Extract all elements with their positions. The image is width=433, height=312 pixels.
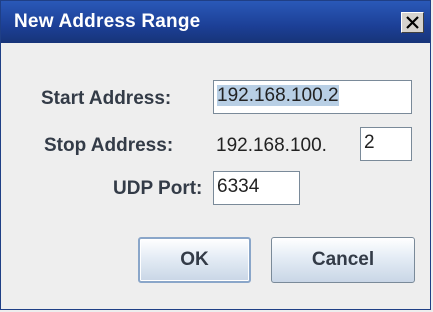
title-bar[interactable]: New Address Range bbox=[1, 1, 430, 43]
start-address-value: 192.168.100.2 bbox=[217, 85, 339, 106]
start-address-label: Start Address: bbox=[41, 88, 172, 109]
udp-port-field[interactable]: 6334 bbox=[213, 171, 300, 205]
ok-button[interactable]: OK bbox=[138, 237, 251, 283]
cancel-button-label: Cancel bbox=[311, 249, 375, 270]
udp-port-value: 6334 bbox=[217, 176, 260, 197]
cancel-button[interactable]: Cancel bbox=[271, 237, 415, 283]
udp-port-label: UDP Port: bbox=[113, 178, 203, 199]
close-icon bbox=[406, 16, 419, 29]
close-button[interactable] bbox=[401, 12, 424, 33]
new-address-range-dialog: New Address Range Start Address: 192.168… bbox=[0, 0, 431, 310]
stop-address-prefix: 192.168.100. bbox=[216, 135, 327, 156]
start-address-field[interactable]: 192.168.100.2 bbox=[213, 80, 412, 114]
stop-address-field[interactable]: 2 bbox=[360, 127, 412, 161]
dialog-title: New Address Range bbox=[14, 11, 201, 32]
dialog-body: Start Address: 192.168.100.2 Stop Addres… bbox=[1, 43, 430, 309]
stop-address-value: 2 bbox=[364, 132, 375, 153]
stop-address-label: Stop Address: bbox=[44, 135, 174, 156]
ok-button-label: OK bbox=[180, 249, 209, 270]
